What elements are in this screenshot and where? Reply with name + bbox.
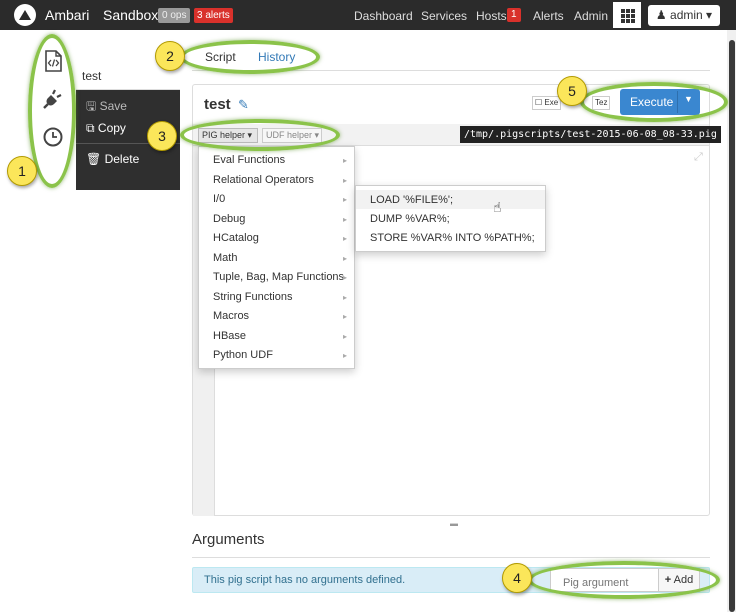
hand-cursor-icon: ☝ [493, 199, 502, 215]
floppy-icon: 🖫 [86, 99, 100, 113]
explain-checkbox[interactable]: ☐ Exe [532, 96, 562, 110]
menu-item-string-functions[interactable]: String Functions [213, 291, 292, 303]
arguments-heading: Arguments [192, 531, 265, 548]
menu-item-hcatalog[interactable]: HCatalog [213, 232, 259, 244]
user-name: admin [670, 8, 703, 22]
chevron-right-icon: ▸ [343, 351, 348, 360]
nav-hosts[interactable]: Hosts [476, 9, 507, 23]
callout-badge: 5 [557, 76, 587, 106]
pig-helper-menu: Eval Functions ▸ Relational Operators ▸ … [198, 146, 355, 369]
chevron-right-icon: ▸ [343, 332, 348, 341]
callout-badge: 4 [502, 563, 532, 593]
chevron-right-icon: ▸ [343, 293, 348, 302]
expand-icon[interactable]: ⤢ [694, 151, 703, 164]
scrollbar-thumb[interactable] [729, 40, 735, 612]
script-title: test [204, 96, 231, 113]
copy-button[interactable]: ⧉ Copy [86, 121, 126, 136]
chevron-right-icon: ▸ [343, 234, 348, 243]
submenu-item-dump[interactable]: DUMP %VAR%; [370, 213, 450, 225]
chevron-down-icon: ▾ [702, 8, 713, 22]
script-name[interactable]: test [82, 69, 101, 83]
submenu-item-load[interactable]: LOAD '%FILE%'; [370, 194, 453, 206]
copy-label: Copy [97, 121, 126, 135]
nav-admin[interactable]: Admin [574, 9, 608, 23]
save-button[interactable]: 🖫 Save [86, 97, 127, 118]
views-grid-icon[interactable] [613, 2, 641, 28]
menu-item-io[interactable]: I/0 [213, 193, 225, 205]
menu-item-hbase[interactable]: HBase [213, 330, 246, 342]
chevron-right-icon: ▸ [343, 156, 348, 165]
save-label: Save [99, 99, 127, 113]
menu-item-relational-operators[interactable]: Relational Operators [213, 174, 314, 186]
brand-name[interactable]: Ambari [45, 7, 89, 23]
nav-dashboard[interactable]: Dashboard [354, 9, 413, 23]
callout-badge: 1 [7, 156, 37, 186]
user-menu-button[interactable]: ♟ admin ▾ [648, 5, 720, 26]
submenu-item-store[interactable]: STORE %VAR% INTO %PATH%; [370, 232, 535, 244]
chevron-right-icon: ▸ [343, 254, 348, 263]
alerts-badge[interactable]: 3 alerts [194, 8, 233, 23]
callout-ring [528, 561, 720, 599]
menu-item-tuple-bag-map[interactable]: Tuple, Bag, Map Functions [213, 271, 344, 283]
chevron-right-icon: ▸ [343, 176, 348, 185]
callout-ring [180, 119, 340, 151]
menu-item-math[interactable]: Math [213, 252, 237, 264]
pencil-edit-icon[interactable]: ✎ [238, 97, 249, 113]
callout-ring [580, 82, 728, 122]
chevron-right-icon: ▸ [343, 312, 348, 321]
arguments-empty-text: This pig script has no arguments defined… [204, 574, 406, 586]
delete-button[interactable]: 🗑 Delete [86, 152, 139, 166]
menu-item-eval-functions[interactable]: Eval Functions [213, 154, 285, 166]
menu-item-macros[interactable]: Macros [213, 310, 249, 322]
trash-icon: 🗑 [86, 152, 105, 166]
delete-label: Delete [104, 152, 140, 166]
nav-services[interactable]: Services [421, 9, 467, 23]
callout-badge: 3 [147, 121, 177, 151]
chevron-right-icon: ▸ [343, 195, 348, 204]
cluster-name[interactable]: Sandbox [103, 7, 158, 23]
resize-handle-icon[interactable]: ▬ [450, 519, 458, 528]
ambari-logo-icon[interactable] [14, 4, 36, 26]
menu-item-debug[interactable]: Debug [213, 213, 245, 225]
chevron-right-icon: ▸ [343, 273, 348, 282]
divider [192, 557, 710, 558]
menu-item-python-udf[interactable]: Python UDF [213, 349, 273, 361]
ops-badge[interactable]: 0 ops [158, 8, 191, 23]
callout-badge: 2 [155, 41, 185, 71]
top-navbar: Ambari Sandbox 0 ops 3 alerts Dashboard … [0, 0, 736, 30]
callout-ring [180, 40, 320, 74]
hosts-count-badge: 1 [507, 8, 521, 22]
script-path: /tmp/.pigscripts/test-2015-06-08_08-33.p… [460, 126, 721, 143]
copy-icon: ⧉ [86, 121, 98, 135]
chevron-right-icon: ▸ [343, 215, 348, 224]
explain-label: Exe [544, 98, 559, 107]
nav-alerts[interactable]: Alerts [533, 9, 564, 23]
user-icon: ♟ [655, 8, 671, 22]
